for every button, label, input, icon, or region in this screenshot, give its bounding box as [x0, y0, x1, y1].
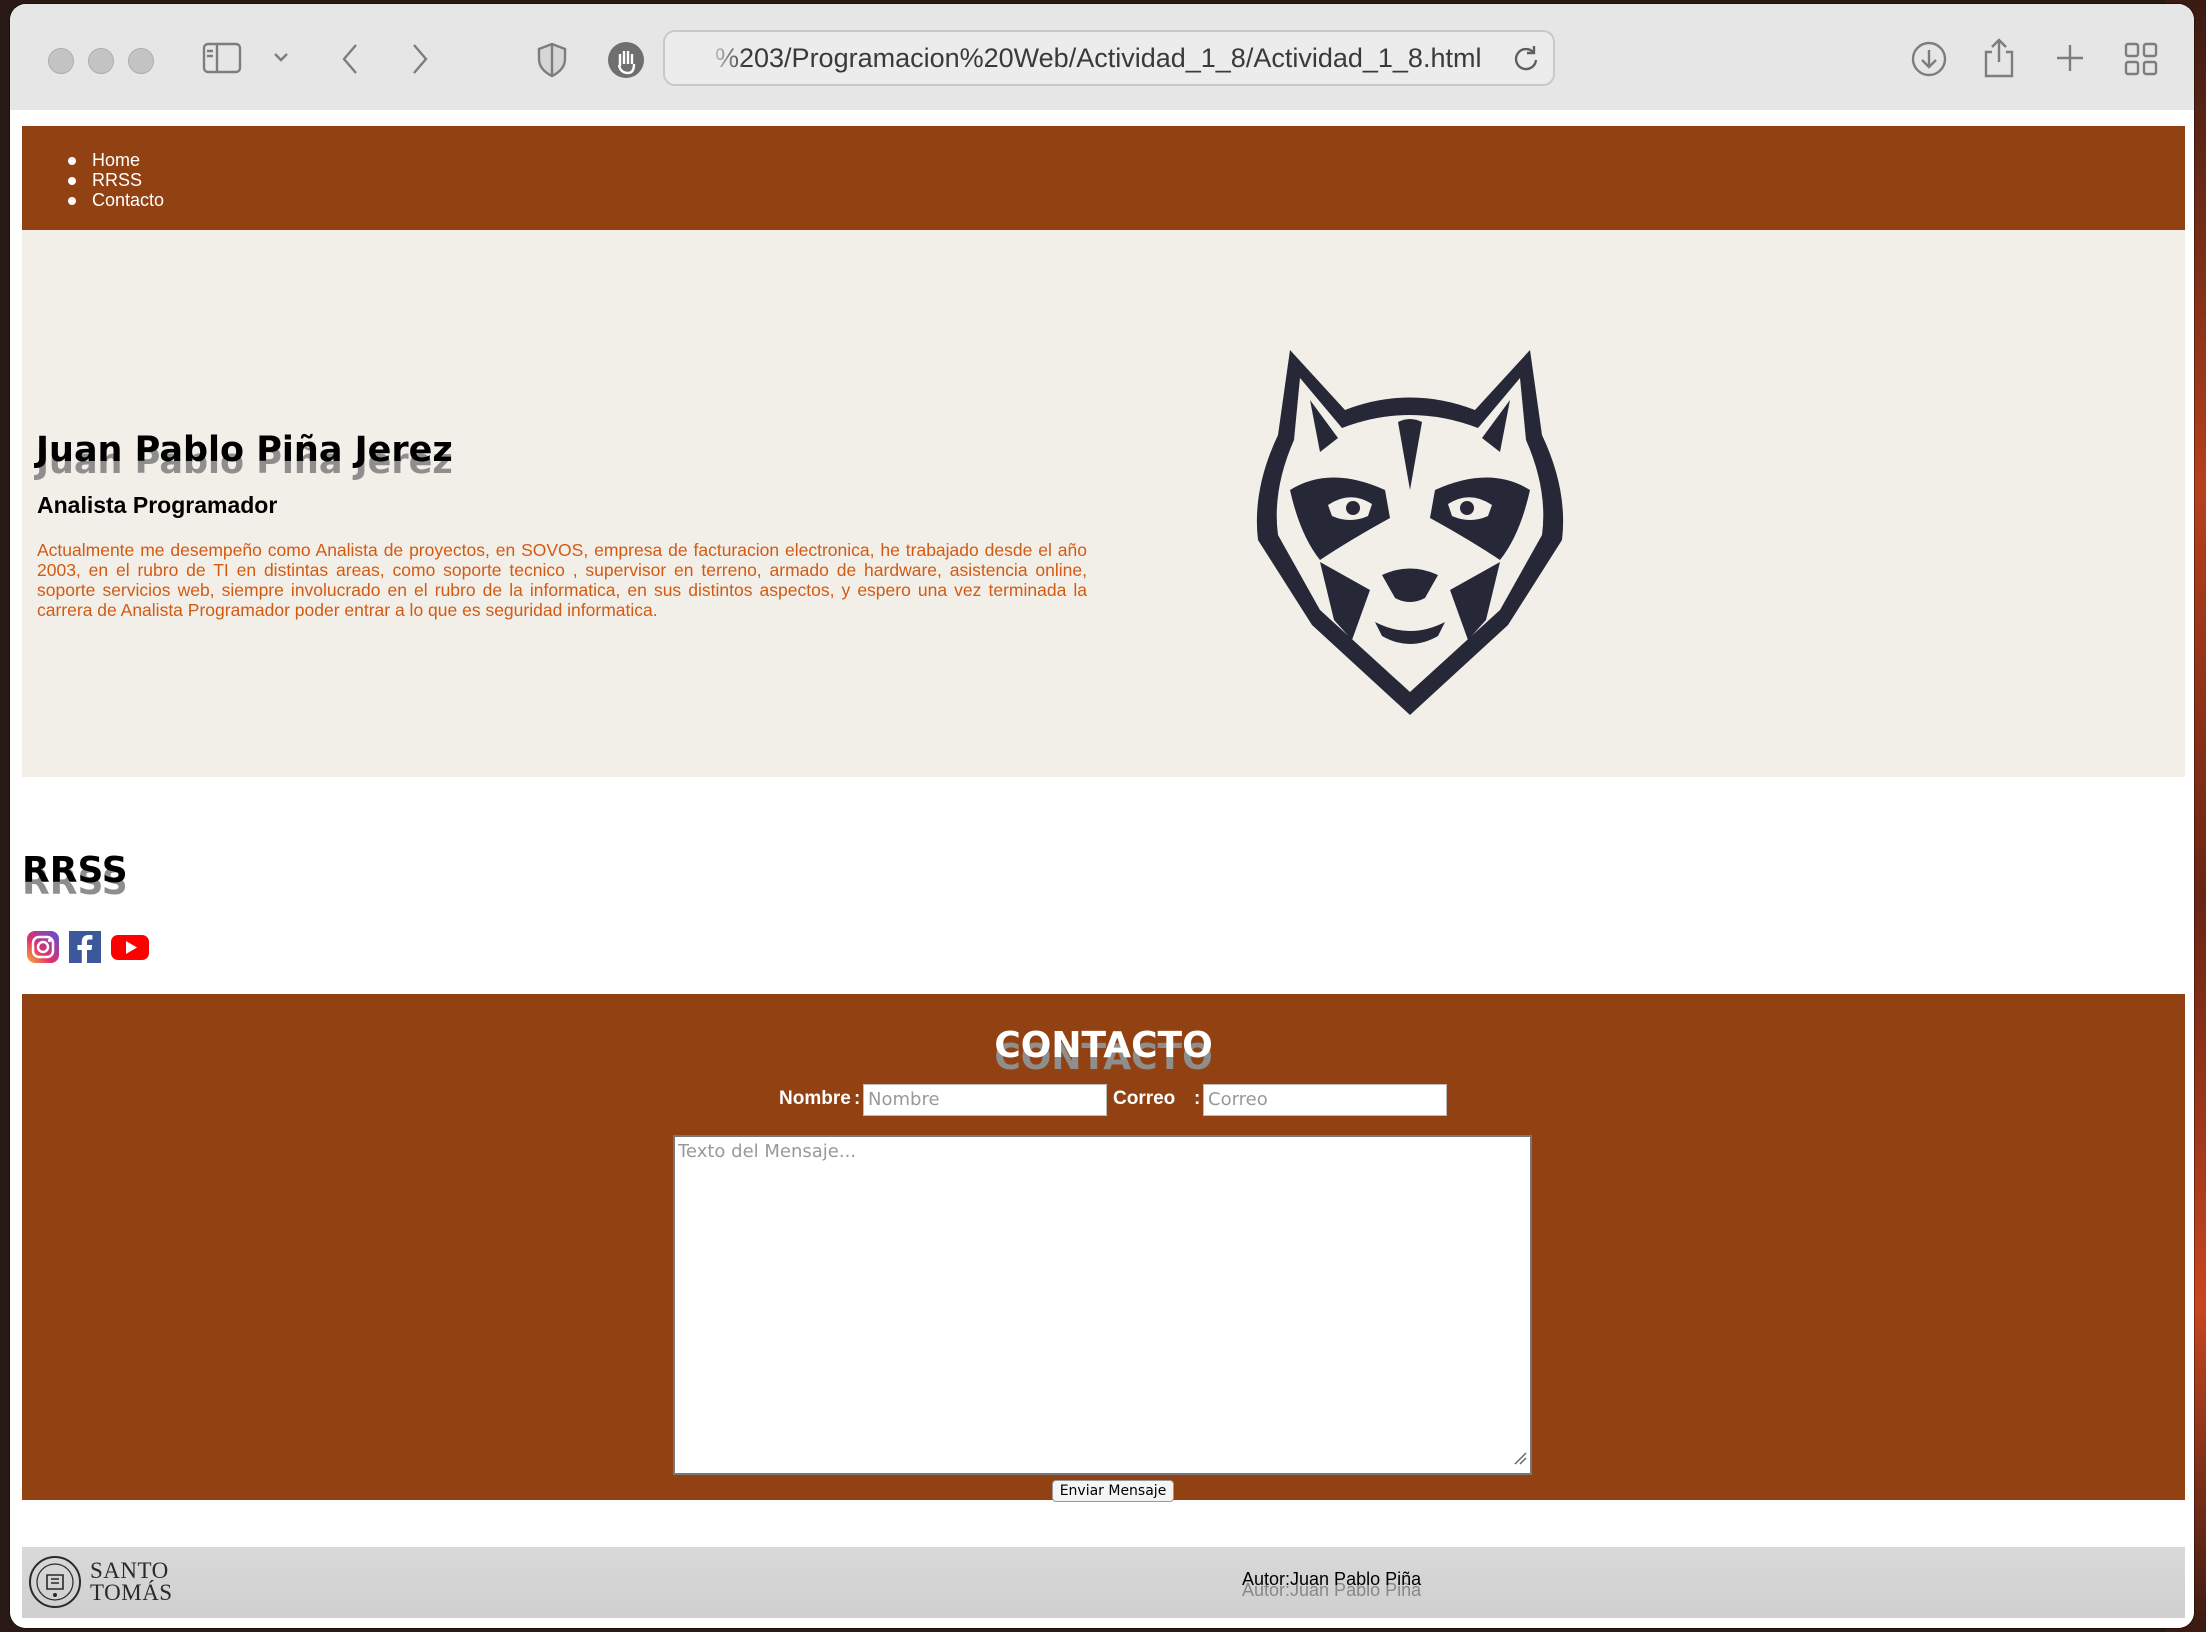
resize-handle-icon[interactable] — [1513, 1449, 1527, 1470]
zoom-window-button[interactable] — [128, 48, 154, 74]
facebook-icon[interactable] — [68, 930, 102, 964]
send-message-button[interactable]: Enviar Mensaje — [1052, 1480, 1174, 1502]
email-input[interactable]: Correo — [1203, 1084, 1447, 1116]
nav-item-home[interactable]: Home — [68, 150, 164, 170]
role-subtitle: Analista Programador — [37, 492, 278, 518]
social-links — [26, 930, 150, 964]
email-label: Correo — [1113, 1088, 1176, 1109]
forward-arrow-icon[interactable] — [410, 42, 430, 76]
share-icon[interactable] — [1982, 38, 2016, 78]
bio-paragraph: Actualmente me desempeño como Analista d… — [37, 540, 1087, 620]
back-arrow-icon[interactable] — [340, 42, 360, 76]
nav-item-rrss[interactable]: RRSS — [68, 170, 164, 190]
hand-blocker-icon[interactable] — [606, 40, 646, 80]
author-credit-text: Autor:Juan Pablo Piña — [1242, 1569, 1422, 1589]
url-text: %203/Programacion%20Web/Actividad_1_8/Ac… — [715, 43, 1482, 73]
message-placeholder: Texto del Mensaje... — [678, 1141, 857, 1162]
page-title: Juan Pablo Piña Jerez Juan Pablo Piña Je… — [36, 430, 453, 482]
nav-item-contacto[interactable]: Contacto — [68, 190, 164, 210]
wolf-logo-icon — [1250, 340, 1570, 725]
top-navigation: Home RRSS Contacto — [22, 126, 2185, 230]
page-title-text: Juan Pablo Piña Jerez — [36, 430, 453, 470]
author-credit: Autor:Juan Pablo Piña Autor:Juan Pablo P… — [1242, 1569, 1422, 1600]
email-separator: : — [1194, 1088, 1201, 1109]
name-input[interactable]: Nombre — [863, 1084, 1107, 1116]
close-window-button[interactable] — [48, 48, 74, 74]
browser-toolbar: %203/Programacion%20Web/Actividad_1_8/Ac… — [10, 4, 2194, 111]
contact-heading-text: CONTACTO — [994, 1025, 1213, 1066]
address-bar[interactable]: %203/Programacion%20Web/Actividad_1_8/Ac… — [663, 30, 1555, 86]
hero-section: Juan Pablo Piña Jerez Juan Pablo Piña Je… — [22, 230, 2185, 777]
new-tab-icon[interactable] — [2054, 42, 2086, 74]
sidebar-toggle-icon[interactable] — [202, 42, 242, 74]
contact-heading: CONTACTO CONTACTO — [22, 1024, 2185, 1078]
contact-form-row: Nombre : Nombre Correo : Correo — [22, 1084, 2185, 1116]
logo-line-2: TOMÁS — [90, 1580, 173, 1605]
rrss-heading-text: RRSS — [22, 850, 128, 891]
browser-window: %203/Programacion%20Web/Actividad_1_8/Ac… — [10, 4, 2194, 1628]
santo-tomas-logo: SANTO TOMÁS — [28, 1555, 173, 1609]
name-separator: : — [854, 1088, 861, 1109]
university-seal-icon — [29, 1556, 81, 1608]
download-icon[interactable] — [1910, 40, 1948, 78]
instagram-icon[interactable] — [26, 930, 60, 964]
rrss-heading: RRSS RRSS — [22, 850, 128, 903]
name-label: Nombre — [779, 1088, 851, 1109]
chevron-down-icon[interactable] — [272, 50, 290, 64]
tab-overview-icon[interactable] — [2124, 42, 2158, 76]
privacy-shield-icon[interactable] — [536, 42, 568, 78]
contact-section: CONTACTO CONTACTO Nombre : Nombre Correo… — [22, 994, 2185, 1502]
message-textarea[interactable]: Texto del Mensaje... — [673, 1135, 1532, 1475]
youtube-icon[interactable] — [110, 930, 150, 964]
page-footer: SANTO TOMÁS Autor:Juan Pablo Piña Autor:… — [22, 1547, 2185, 1618]
logo-line-1: SANTO — [90, 1558, 169, 1583]
minimize-window-button[interactable] — [88, 48, 114, 74]
web-page: Home RRSS Contacto Juan Pablo Piña Jerez… — [10, 110, 2194, 1628]
reload-icon[interactable] — [1513, 44, 1539, 77]
